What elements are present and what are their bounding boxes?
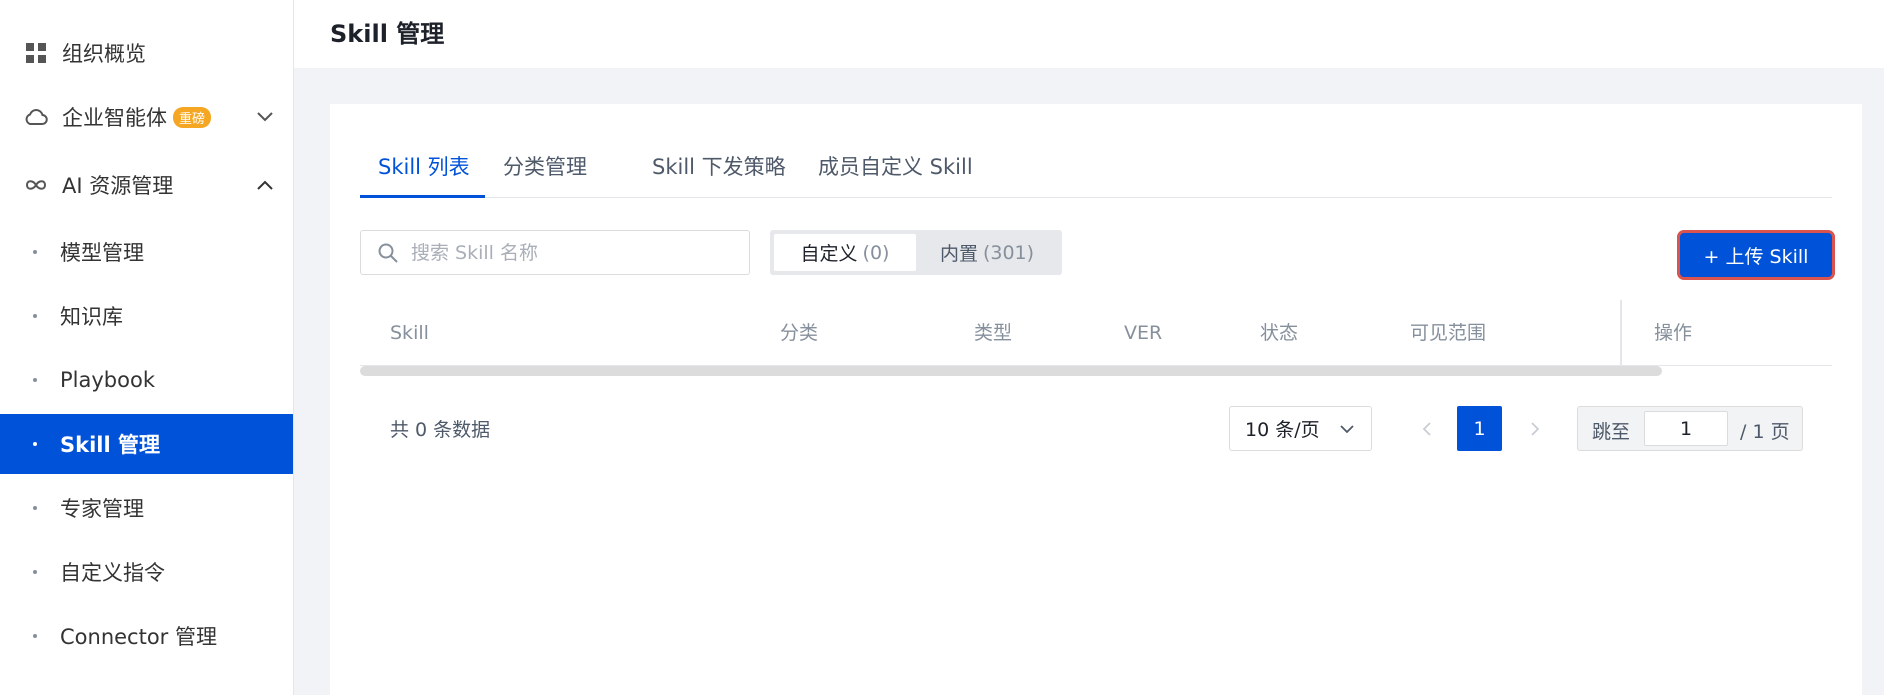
tab-categories[interactable]: 分类管理 bbox=[503, 144, 587, 198]
chevron-down-icon bbox=[1337, 419, 1357, 439]
chevron-down-icon[interactable] bbox=[254, 106, 276, 128]
total-count: 共 0 条数据 bbox=[390, 419, 491, 441]
column-header-category: 分类 bbox=[780, 322, 819, 344]
search-box bbox=[360, 230, 750, 275]
grid-icon bbox=[24, 41, 48, 65]
column-header-version: VER bbox=[1124, 322, 1163, 344]
sidebar-item-enterprise-agent[interactable]: 企业智能体 重磅 bbox=[0, 100, 293, 134]
sidebar-item-label: 知识库 bbox=[60, 305, 123, 329]
sidebar-item-label: 组织概览 bbox=[62, 42, 146, 66]
bullet-icon bbox=[33, 506, 37, 510]
tab-member-custom-skill[interactable]: 成员自定义 Skill bbox=[818, 144, 973, 198]
jump-label: 跳至 bbox=[1592, 421, 1631, 443]
column-header-skill: Skill bbox=[390, 322, 429, 344]
page-size-select[interactable]: 10 条/页 bbox=[1229, 406, 1372, 451]
column-header-visibility: 可见范围 bbox=[1410, 322, 1487, 344]
search-input[interactable] bbox=[411, 231, 741, 274]
infinity-icon bbox=[24, 173, 48, 197]
jump-page-input[interactable] bbox=[1644, 411, 1728, 446]
column-header-actions: 操作 bbox=[1654, 322, 1693, 344]
tab-skill-list[interactable]: Skill 列表 bbox=[378, 144, 470, 198]
sidebar-item-label: Skill 管理 bbox=[60, 433, 160, 457]
sidebar-item-label: Connector 管理 bbox=[60, 625, 217, 649]
sidebar-item-label: 模型管理 bbox=[60, 241, 144, 265]
sidebar-item-custom-commands[interactable]: 自定义指令 bbox=[0, 542, 293, 602]
chevron-right-icon bbox=[1530, 421, 1539, 436]
cloud-icon bbox=[24, 105, 48, 129]
tab-bar: Skill 列表 分类管理 Skill 下发策略 成员自定义 Skill bbox=[360, 144, 1832, 198]
sidebar-item-skills[interactable]: Skill 管理 bbox=[0, 414, 293, 474]
sidebar: 组织概览 企业智能体 重磅 AI 资源管理 模型管理 知识库 Playbook S… bbox=[0, 0, 294, 695]
chevron-up-icon[interactable] bbox=[254, 174, 276, 196]
column-header-status: 状态 bbox=[1260, 322, 1299, 344]
sidebar-item-ai-resources[interactable]: AI 资源管理 bbox=[0, 168, 293, 202]
sidebar-item-connectors[interactable]: Connector 管理 bbox=[0, 606, 293, 666]
sidebar-item-label: 专家管理 bbox=[60, 497, 144, 521]
chevron-left-icon bbox=[1422, 421, 1431, 436]
sidebar-item-label: Playbook bbox=[60, 368, 155, 392]
segment-builtin[interactable]: 内置 (301) bbox=[916, 234, 1058, 271]
bullet-icon bbox=[33, 314, 37, 318]
horizontal-scrollbar[interactable] bbox=[360, 366, 1662, 376]
segment-custom[interactable]: 自定义 (0) bbox=[774, 234, 916, 271]
table-header: Skill 分类 类型 VER 状态 可见范围 操作 bbox=[360, 300, 1832, 366]
sidebar-item-models[interactable]: 模型管理 bbox=[0, 222, 293, 282]
skill-type-toggle: 自定义 (0) 内置 (301) bbox=[770, 230, 1062, 275]
sidebar-item-overview[interactable]: 组织概览 bbox=[0, 36, 293, 70]
prev-page-button[interactable] bbox=[1404, 406, 1449, 451]
page-jumper: 跳至 / 1 页 bbox=[1577, 406, 1803, 451]
bullet-icon bbox=[33, 250, 37, 254]
content-card: Skill 列表 分类管理 Skill 下发策略 成员自定义 Skill 自定义… bbox=[330, 104, 1862, 695]
search-icon bbox=[377, 242, 399, 264]
sidebar-item-label: 企业智能体 bbox=[62, 106, 167, 130]
page-header: Skill 管理 bbox=[294, 0, 1884, 68]
next-page-button[interactable] bbox=[1512, 406, 1557, 451]
page-title: Skill 管理 bbox=[330, 20, 445, 48]
column-header-type: 类型 bbox=[974, 322, 1013, 344]
bullet-icon bbox=[33, 442, 37, 446]
bullet-icon bbox=[33, 378, 37, 382]
column-divider bbox=[1620, 300, 1622, 366]
sidebar-item-experts[interactable]: 专家管理 bbox=[0, 478, 293, 538]
sidebar-item-playbook[interactable]: Playbook bbox=[0, 350, 293, 410]
sidebar-item-knowledge-base[interactable]: 知识库 bbox=[0, 286, 293, 346]
total-pages-label: / 1 页 bbox=[1740, 421, 1790, 443]
page-number-button[interactable]: 1 bbox=[1457, 406, 1502, 451]
upload-skill-button[interactable]: + 上传 Skill bbox=[1677, 230, 1835, 280]
new-badge: 重磅 bbox=[173, 106, 212, 128]
bullet-icon bbox=[33, 634, 37, 638]
sidebar-item-label: AI 资源管理 bbox=[62, 174, 174, 198]
tab-distribution-policy[interactable]: Skill 下发策略 bbox=[652, 144, 786, 198]
bullet-icon bbox=[33, 570, 37, 574]
sidebar-item-label: 自定义指令 bbox=[60, 561, 165, 585]
tab-active-indicator bbox=[360, 195, 485, 198]
